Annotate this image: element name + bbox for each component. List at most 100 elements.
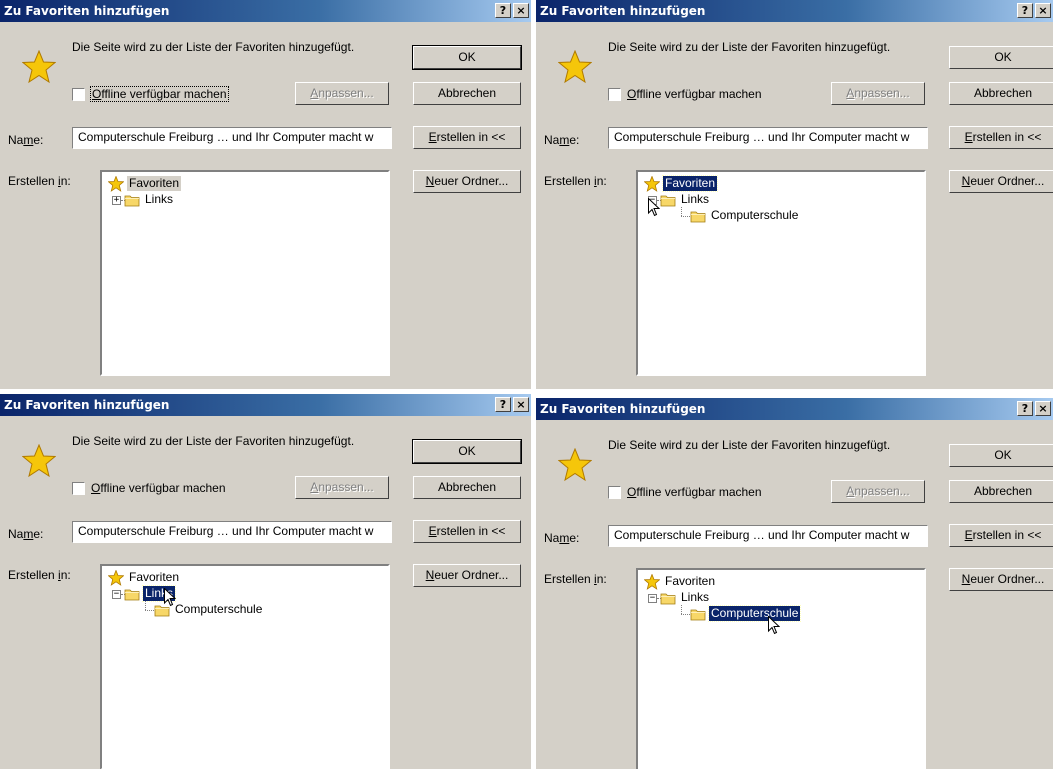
cancel-button[interactable]: Abbrechen: [413, 82, 521, 105]
access-key: O: [92, 87, 102, 101]
tree-label-favorites[interactable]: Favoriten: [663, 574, 717, 589]
info-text: Die Seite wird zu der Liste der Favorite…: [608, 40, 891, 54]
ok-button[interactable]: OK: [412, 439, 522, 464]
name-field[interactable]: Computerschule Freiburg … und Ihr Comput…: [72, 127, 392, 149]
folder-tree[interactable]: Favoriten − Links Computerschule: [100, 564, 390, 769]
close-button[interactable]: ×: [1035, 401, 1051, 416]
customize-button[interactable]: Anpassen...: [831, 480, 925, 503]
ok-button[interactable]: OK: [949, 444, 1053, 467]
customize-button[interactable]: Anpassen...: [295, 82, 389, 105]
offline-checkbox-label[interactable]: Offline verfügbar machen: [90, 86, 229, 102]
tree-connector: [145, 601, 146, 610]
name-field[interactable]: Computerschule Freiburg … und Ihr Comput…: [608, 127, 928, 149]
offline-checkbox-label[interactable]: Offline verfügbar machen: [627, 87, 762, 101]
new-folder-button[interactable]: Neuer Ordner...: [413, 564, 521, 587]
favorites-star-icon: [108, 570, 124, 586]
tree-label-computerschule[interactable]: Computerschule: [173, 602, 264, 617]
favorites-star-icon: [22, 50, 56, 84]
create-in-label: Erstellen in:: [8, 174, 71, 188]
collapse-toggle[interactable]: −: [112, 590, 121, 599]
folder-icon: [124, 589, 140, 601]
tree-label-computerschule[interactable]: Computerschule: [707, 605, 802, 622]
access-key: m: [23, 133, 34, 147]
favorites-star-icon: [644, 574, 660, 590]
name-field[interactable]: Computerschule Freiburg … und Ihr Comput…: [608, 525, 928, 547]
access-key: N: [425, 568, 435, 582]
tree-connector: [681, 216, 690, 217]
dialog-title: Zu Favoriten hinzufügen: [540, 4, 706, 18]
name-field[interactable]: Computerschule Freiburg … und Ihr Comput…: [72, 521, 392, 543]
tree-label-favorites[interactable]: Favoriten: [127, 570, 181, 585]
folder-icon: [690, 609, 706, 621]
help-button[interactable]: ?: [1017, 401, 1033, 416]
name-label: Name:: [8, 133, 44, 147]
checkbox-box[interactable]: [72, 88, 85, 101]
access-key: i: [594, 174, 597, 188]
create-in-button[interactable]: Erstellen in <<: [413, 126, 521, 149]
create-in-button[interactable]: Erstellen in <<: [949, 126, 1053, 149]
cancel-button[interactable]: Abbrechen: [949, 82, 1053, 105]
new-folder-button[interactable]: Neuer Ordner...: [949, 568, 1053, 591]
tree-label-links[interactable]: Links: [679, 192, 711, 207]
checkbox-box[interactable]: [608, 486, 621, 499]
access-key: i: [594, 572, 597, 586]
access-key: N: [425, 174, 435, 188]
new-folder-button[interactable]: Neuer Ordner...: [413, 170, 521, 193]
collapse-toggle[interactable]: −: [648, 594, 657, 603]
create-in-button[interactable]: Erstellen in <<: [413, 520, 521, 543]
access-key: E: [964, 528, 973, 542]
close-button[interactable]: ×: [513, 397, 529, 412]
tree-label-links[interactable]: Links: [143, 192, 175, 207]
access-key: E: [428, 524, 437, 538]
tree-connector: [681, 614, 690, 615]
tree-connector: [681, 207, 682, 216]
add-favorite-dialog-4: Zu Favoriten hinzufügen ? × Die Seite wi…: [536, 398, 1053, 769]
favorites-star-icon: [558, 50, 592, 84]
create-in-label: Erstellen in:: [544, 174, 607, 188]
folder-icon: [690, 211, 706, 223]
name-label: Name:: [544, 531, 580, 545]
tree-label-favorites[interactable]: Favoriten: [661, 175, 719, 192]
close-button[interactable]: ×: [1035, 3, 1051, 18]
folder-tree[interactable]: Favoriten + Links: [100, 170, 390, 376]
access-key: m: [559, 133, 570, 147]
access-key: E: [428, 130, 437, 144]
ok-button[interactable]: OK: [949, 46, 1053, 69]
mouse-pointer-icon: [164, 588, 176, 607]
offline-checkbox-label[interactable]: Offline verfügbar machen: [627, 485, 762, 499]
mouse-pointer-icon: [768, 616, 780, 635]
title-bar[interactable]: Zu Favoriten hinzufügen ? ×: [536, 0, 1053, 22]
create-in-label: Erstellen in:: [544, 572, 607, 586]
favorites-star-icon: [22, 444, 56, 478]
add-favorite-dialog-3: Zu Favoriten hinzufügen ? × Die Seite wi…: [0, 394, 531, 769]
customize-button[interactable]: Anpassen...: [295, 476, 389, 499]
help-button[interactable]: ?: [495, 3, 511, 18]
folder-tree[interactable]: Favoriten − Links Computerschule: [636, 170, 926, 376]
customize-button[interactable]: Anpassen...: [831, 82, 925, 105]
ok-button[interactable]: OK: [412, 45, 522, 70]
cancel-button[interactable]: Abbrechen: [413, 476, 521, 499]
title-bar[interactable]: Zu Favoriten hinzufügen ? ×: [0, 0, 531, 22]
title-bar[interactable]: Zu Favoriten hinzufügen ? ×: [536, 398, 1053, 420]
create-in-button[interactable]: Erstellen in <<: [949, 524, 1053, 547]
title-bar[interactable]: Zu Favoriten hinzufügen ? ×: [0, 394, 531, 416]
help-button[interactable]: ?: [1017, 3, 1033, 18]
new-folder-button[interactable]: Neuer Ordner...: [949, 170, 1053, 193]
tree-label-links[interactable]: Links: [679, 590, 711, 605]
help-button[interactable]: ?: [495, 397, 511, 412]
expand-toggle[interactable]: +: [112, 196, 121, 205]
folder-tree[interactable]: Favoriten − Links Computerschule: [636, 568, 926, 769]
favorites-star-icon: [558, 448, 592, 482]
access-key: A: [310, 86, 319, 100]
close-button[interactable]: ×: [513, 3, 529, 18]
access-key: E: [964, 130, 973, 144]
folder-icon: [660, 195, 676, 207]
tree-label-computerschule[interactable]: Computerschule: [709, 208, 800, 223]
checkbox-box[interactable]: [72, 482, 85, 495]
add-favorite-dialog-2: Zu Favoriten hinzufügen ? × Die Seite wi…: [536, 0, 1053, 389]
checkbox-box[interactable]: [608, 88, 621, 101]
cancel-button[interactable]: Abbrechen: [949, 480, 1053, 503]
tree-label-favorites[interactable]: Favoriten: [127, 176, 182, 191]
offline-checkbox-label[interactable]: Offline verfügbar machen: [91, 481, 226, 495]
access-key: A: [846, 484, 855, 498]
